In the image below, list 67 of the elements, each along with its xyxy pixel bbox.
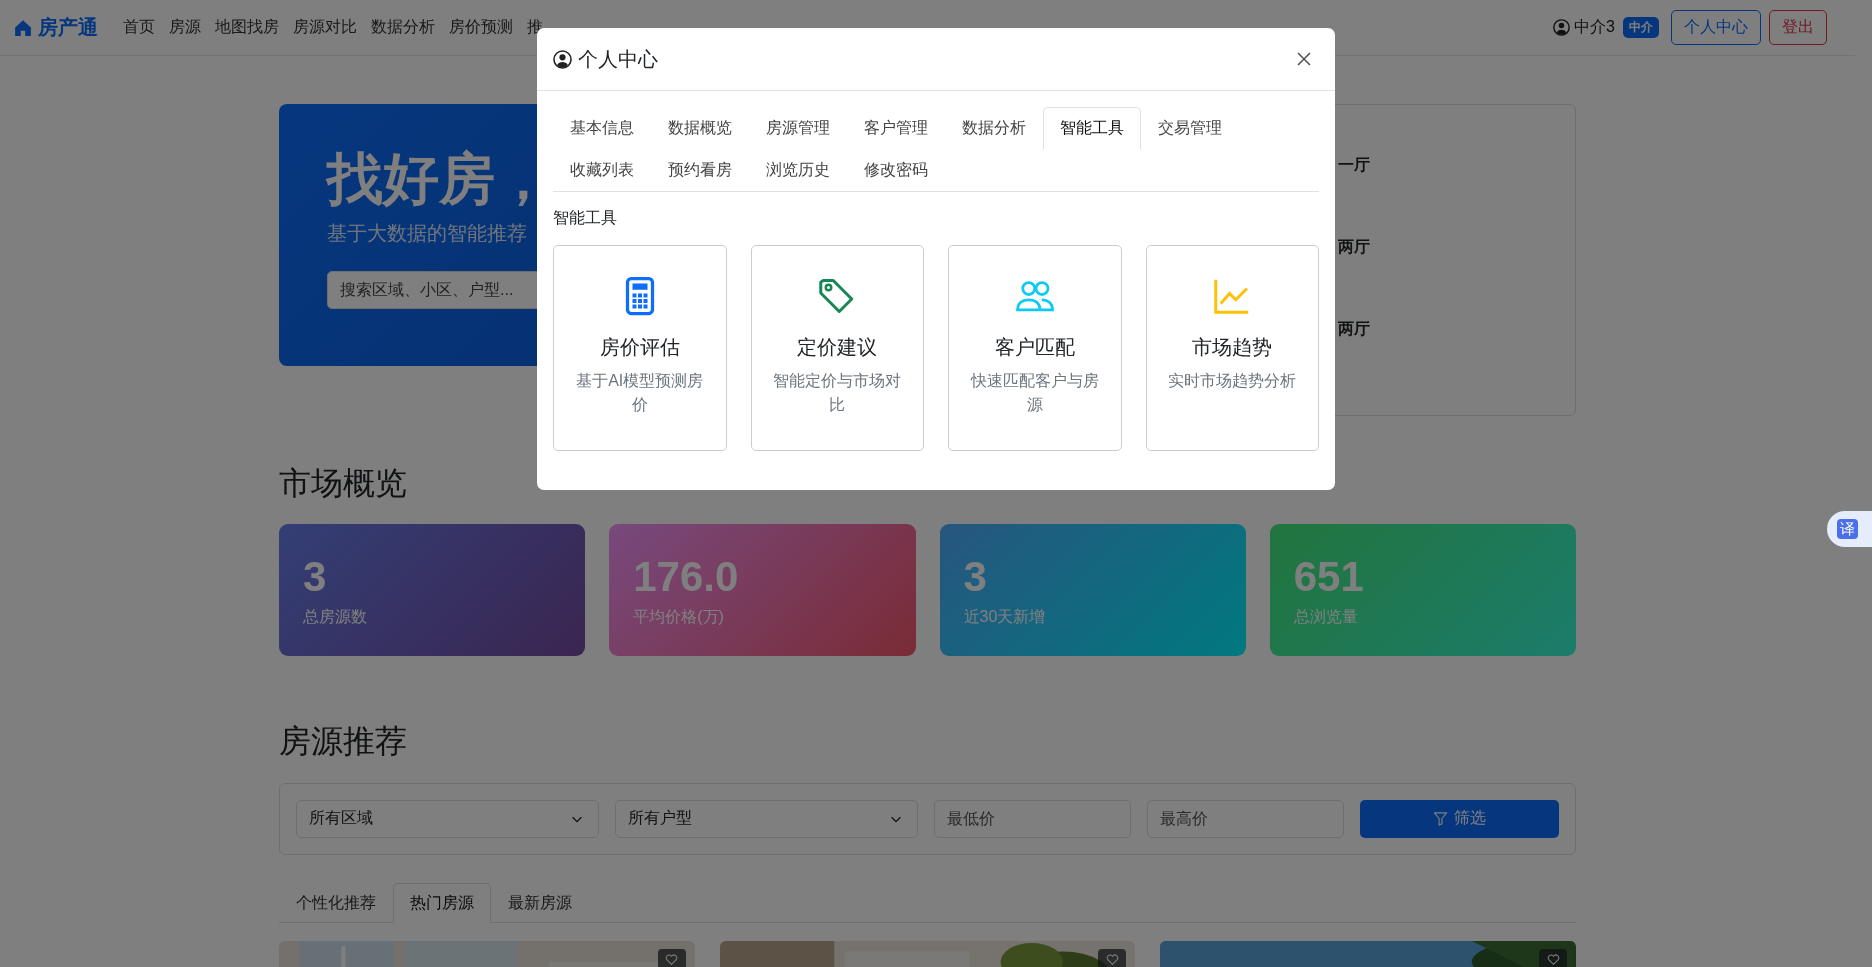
- tab[interactable]: 修改密码: [847, 149, 945, 191]
- stat-value: 176.0: [633, 554, 740, 601]
- heart-icon: [1105, 953, 1119, 967]
- tab[interactable]: 热门房源: [393, 882, 491, 923]
- stat-value: 651: [1293, 554, 1365, 601]
- listing-title: 一厅: [1338, 155, 1371, 175]
- tool-description: 基于AI模型预测房价: [575, 371, 705, 415]
- tab[interactable]: 浏览历史: [749, 149, 847, 191]
- close-icon: [1296, 51, 1312, 67]
- stat-value: 3: [303, 554, 328, 601]
- tab[interactable]: 个性化推荐: [279, 882, 393, 923]
- tool-card[interactable]: 定价建议 智能定价与市场对比: [750, 245, 924, 451]
- section-title: 房源推荐: [279, 722, 408, 761]
- hero-title: 找好房，: [327, 148, 551, 210]
- tab[interactable]: 房源管理: [749, 107, 847, 149]
- stat-label: 总房源数: [303, 606, 368, 627]
- tool-description: 快速匹配客户与房源: [969, 371, 1100, 415]
- input-field[interactable]: 最高价: [1147, 799, 1344, 838]
- tab[interactable]: 数据分析: [945, 107, 1043, 149]
- nav-link[interactable]: 房源: [162, 9, 208, 46]
- section-heading: 智能工具: [553, 208, 618, 228]
- filter-button[interactable]: 筛选: [1360, 799, 1559, 838]
- heart-icon: [665, 953, 679, 967]
- tab[interactable]: 客户管理: [847, 107, 945, 149]
- heart-icon: [1546, 953, 1560, 967]
- tab[interactable]: 基本信息: [553, 107, 651, 149]
- tool-card[interactable]: 客户匹配 快速匹配客户与房源: [948, 245, 1122, 451]
- user-name: 中介3: [1574, 17, 1615, 37]
- nav-link[interactable]: 数据分析: [364, 9, 442, 46]
- tool-title: 房价评估: [599, 335, 680, 360]
- profile-button[interactable]: 个人中心: [1671, 10, 1761, 45]
- tab[interactable]: 数据概览: [651, 107, 749, 149]
- house-icon: [14, 18, 32, 37]
- tool-card[interactable]: 房价评估 基于AI模型预测房价: [553, 245, 727, 451]
- nav-link[interactable]: 房价预测: [442, 9, 520, 46]
- tool-description: 智能定价与市场对比: [772, 371, 903, 415]
- tool-title: 客户匹配: [994, 335, 1075, 360]
- stat-label: 总浏览量: [1293, 606, 1359, 627]
- hero-subtitle: 基于大数据的智能推荐: [327, 220, 527, 246]
- tool-title: 定价建议: [797, 335, 878, 360]
- tool-title: 市场趋势: [1192, 335, 1273, 360]
- logout-button[interactable]: 登出: [1769, 10, 1827, 45]
- tab[interactable]: 收藏列表: [553, 149, 651, 191]
- tab[interactable]: 最新房源: [491, 882, 589, 923]
- nav-link[interactable]: 地图找房: [208, 9, 286, 46]
- stat-value: 3: [963, 554, 988, 601]
- section-title: 市场概览: [279, 464, 408, 503]
- tool-card[interactable]: 市场趋势 实时市场趋势分析: [1145, 245, 1319, 451]
- tab[interactable]: 智能工具: [1043, 107, 1141, 150]
- translate-button[interactable]: 译: [1827, 511, 1872, 547]
- tool-description: 实时市场趋势分析: [1168, 371, 1297, 391]
- role-badge: 中介: [1623, 17, 1659, 38]
- funnel-icon: [1433, 811, 1448, 827]
- dialog-title: 个人中心: [578, 46, 658, 72]
- stat-label: 近30天新增: [963, 606, 1047, 627]
- tab[interactable]: 交易管理: [1141, 107, 1239, 149]
- tab[interactable]: 预约看房: [651, 149, 749, 191]
- brand-name[interactable]: 房产通: [38, 14, 98, 41]
- nav-link[interactable]: 房源对比: [286, 9, 364, 46]
- user-icon: [1553, 19, 1571, 36]
- select-field[interactable]: 所有区域: [296, 799, 599, 838]
- input-field[interactable]: 最低价: [934, 799, 1131, 838]
- listing-title: 两厅: [1338, 319, 1371, 339]
- listing-title: 两厅: [1338, 237, 1371, 257]
- user-icon: [553, 49, 572, 69]
- nav-link[interactable]: 首页: [116, 9, 162, 46]
- select-field[interactable]: 所有户型: [615, 799, 918, 838]
